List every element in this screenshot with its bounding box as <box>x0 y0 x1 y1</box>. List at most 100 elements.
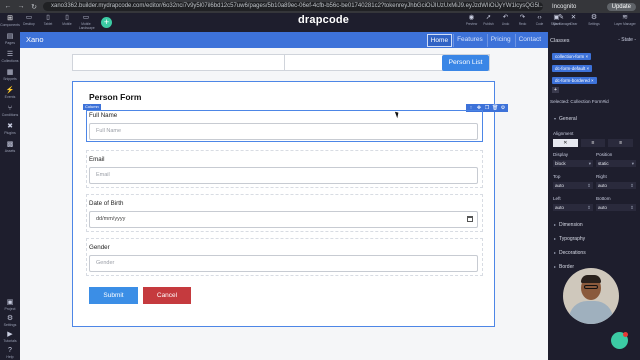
redo-button[interactable]: ↷ Redo <box>516 14 529 26</box>
sidebar-item-pages[interactable]: ▤ Pages <box>0 33 20 45</box>
class-chip[interactable]: dc-form-default × <box>552 65 593 72</box>
section-general[interactable]: ▾ General <box>554 116 577 122</box>
calendar-icon[interactable] <box>467 216 473 222</box>
sidebar-item-project[interactable]: ▣ Project <box>0 299 20 311</box>
sidebar-item-conditions[interactable]: ⑂ Conditions <box>0 105 20 117</box>
alignment-label: Alignment <box>553 131 574 136</box>
address-bar[interactable]: xano3362.builder.mydrapcode.com/editor/6… <box>43 2 543 11</box>
site-navbar[interactable]: Xano Home Features Pricing Contact <box>20 32 548 48</box>
back-icon[interactable]: ← <box>4 3 12 10</box>
help-icon: ? <box>8 347 12 354</box>
add-element-button[interactable]: + <box>101 17 112 28</box>
left-input[interactable]: auto ⇕ <box>553 204 593 211</box>
class-chip[interactable]: collection-form × <box>552 53 592 60</box>
reload-icon[interactable]: ↻ <box>30 3 38 11</box>
layer-manager-button[interactable]: ≋ Layer Manager <box>614 14 636 26</box>
sidebar-item-collections[interactable]: ☰ Collections <box>0 51 20 63</box>
chevron-right-icon: ▸ <box>554 250 557 255</box>
copy-icon[interactable]: ❐ <box>484 104 490 112</box>
code-button[interactable]: ‹› Code <box>533 14 546 26</box>
publish-button[interactable]: ➚ Publish <box>482 14 495 26</box>
sidebar-item-assets[interactable]: ▩ Assets <box>0 141 20 153</box>
email-input[interactable]: Email <box>89 167 478 184</box>
top-label: Top <box>553 174 561 179</box>
align-none-button[interactable]: ✕ <box>553 139 578 147</box>
bottom-input[interactable]: auto ⇕ <box>596 204 636 211</box>
sidebar-item-events[interactable]: ⚡ Events <box>0 87 20 99</box>
class-chip[interactable]: dc-form-bordered × <box>552 77 597 84</box>
person-list-button[interactable]: Person List <box>442 55 489 71</box>
brush-icon: ✎ <box>558 14 564 21</box>
add-class-button[interactable]: + <box>552 87 559 93</box>
editor-canvas[interactable]: Xano Home Features Pricing Contact Perso… <box>20 32 548 360</box>
section-border[interactable]: ▸ Border <box>554 264 574 270</box>
chevron-down-icon: ▾ <box>588 161 591 166</box>
nav-link-features[interactable]: Features <box>453 34 486 47</box>
cancel-button[interactable]: Cancel <box>143 287 191 304</box>
code-icon: ‹› <box>537 14 542 21</box>
tutorials-icon: ▶ <box>7 331 13 338</box>
sidebar-item-plugins[interactable]: ✖ Plugins <box>0 123 20 135</box>
display-select[interactable]: block ▾ <box>553 160 593 167</box>
stepper-icon: ⇕ <box>630 205 634 210</box>
preview-icon: ◉ <box>468 14 475 21</box>
sidebar-item-help[interactable]: ? Help <box>0 347 20 359</box>
image-icon: ▩ <box>6 141 14 148</box>
desktop-icon: ▭ <box>25 14 33 21</box>
mobile-landscape-view-button[interactable]: ▭ Mobile Landscape <box>79 14 95 30</box>
form-title[interactable]: Person Form <box>89 92 141 102</box>
chevron-down-icon: ▾ <box>631 161 634 166</box>
align-left-button[interactable]: ≡ <box>580 139 606 147</box>
mobile-view-button[interactable]: ▯ Mobile <box>60 14 74 30</box>
undo-button[interactable]: ↶ Undo <box>499 14 512 26</box>
bolt-icon: ⚡ <box>5 87 15 94</box>
nav-link-home[interactable]: Home <box>426 34 453 47</box>
right-input[interactable]: auto ⇕ <box>596 182 636 189</box>
file-icon: ▤ <box>6 33 14 40</box>
settings-button[interactable]: ⚙ Settings <box>583 14 605 26</box>
grid-icon: ▦ <box>6 69 14 76</box>
project-icon: ▣ <box>6 299 14 306</box>
nav-link-contact[interactable]: Contact <box>514 34 544 47</box>
section-typography[interactable]: ▸ Typography <box>554 236 585 242</box>
update-button[interactable]: Update <box>606 2 636 11</box>
settings-icon: ⚙ <box>6 315 14 322</box>
submit-button[interactable]: Submit <box>89 287 138 304</box>
style-manager-button[interactable]: ✎ Style Manager <box>550 14 572 26</box>
header-row[interactable] <box>72 54 490 71</box>
sidebar-item-settings[interactable]: ⚙ Settings <box>0 315 20 327</box>
section-dimension[interactable]: ▸ Dimension <box>554 222 583 228</box>
tablet-view-button[interactable]: ▯ Tablet <box>41 14 55 30</box>
sidebar-item-components[interactable]: ⊞ Components <box>0 15 20 27</box>
nav-link-pricing[interactable]: Pricing <box>486 34 514 47</box>
gender-input[interactable]: Gender <box>89 255 478 272</box>
chevron-right-icon: ▸ <box>554 222 557 227</box>
state-select[interactable]: - State - <box>618 37 636 43</box>
settings-icon[interactable]: ⚙ <box>500 104 506 112</box>
forward-icon[interactable]: → <box>17 3 25 10</box>
mobile-icon: ▯ <box>65 14 69 21</box>
top-input[interactable]: auto ⇕ <box>553 182 593 189</box>
delete-icon[interactable]: 🗑 <box>492 104 498 112</box>
date-of-birth-label: Date of Birth <box>89 200 124 207</box>
section-decorations[interactable]: ▸ Decorations <box>554 250 586 256</box>
site-nav-links: Home Features Pricing Contact <box>426 34 544 47</box>
date-of-birth-input[interactable]: dd/mm/yyyy <box>89 211 478 228</box>
presenter-body <box>569 301 613 324</box>
left-sidebar: ⊞ Components ▤ Pages ☰ Collections ▦ Snippet… <box>0 13 20 360</box>
presenter-hair <box>581 275 601 283</box>
device-switcher: ▭ Desktop ▯ Tablet ▯ Mobile ▭ Mobile Landsca… <box>22 14 95 30</box>
sidebar-item-snippets[interactable]: ▦ Snippets <box>0 69 20 81</box>
chevron-right-icon: ▸ <box>554 264 557 269</box>
undo-icon: ↶ <box>502 14 509 21</box>
desktop-view-button[interactable]: ▭ Desktop <box>22 14 36 30</box>
sidebar-item-tutorials[interactable]: ▶ Tutorials <box>0 331 20 343</box>
full-name-input[interactable]: Full Name <box>89 123 478 140</box>
position-select[interactable]: static ▾ <box>596 160 636 167</box>
notification-dot <box>623 332 628 337</box>
align-right-button[interactable]: ≡ <box>608 139 634 147</box>
plus-square-icon: ⊞ <box>7 15 13 22</box>
preview-button[interactable]: ◉ Preview <box>465 14 478 26</box>
column-divider <box>284 55 285 70</box>
site-brand[interactable]: Xano <box>26 35 44 44</box>
